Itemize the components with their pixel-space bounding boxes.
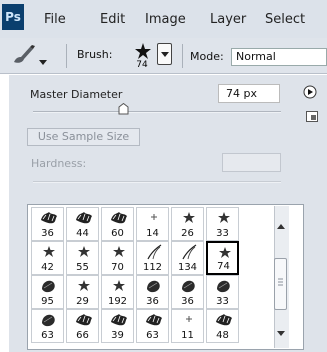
brush-preset-picker-screen: Ps File Edit Image Layer Select Brush: 7… xyxy=(0,0,327,352)
scroll-down-arrow-icon[interactable] xyxy=(277,326,285,336)
brush-preset-size: 95 xyxy=(41,296,54,307)
options-bar-divider xyxy=(182,44,183,68)
brush-preset-tile[interactable]: 63 xyxy=(136,309,169,343)
brush-preset-size: 70 xyxy=(111,262,124,273)
panel-menu-icon[interactable] xyxy=(303,85,317,99)
scroll-up-arrow-icon[interactable] xyxy=(277,219,285,229)
master-diameter-slider-thumb[interactable] xyxy=(118,102,129,115)
brush-preset-tile[interactable]: 42 xyxy=(31,241,64,275)
brush-preset-tile[interactable]: 95 xyxy=(31,275,64,309)
brush-preset-size: 112 xyxy=(142,262,163,273)
menu-layer[interactable]: Layer xyxy=(210,0,246,38)
brush-preset-size: 134 xyxy=(177,262,198,273)
scrollbar-thumb[interactable] xyxy=(274,258,287,310)
use-sample-size-button[interactable]: Use Sample Size xyxy=(27,128,140,146)
brush-preset-size: 33 xyxy=(216,296,229,307)
brush-preset-size: 33 xyxy=(216,228,229,239)
brush-preset-tile[interactable]: 66 xyxy=(66,309,99,343)
photoshop-logo: Ps xyxy=(2,4,24,30)
master-diameter-slider-track[interactable] xyxy=(33,111,281,113)
tool-preset-chevron-icon[interactable] xyxy=(39,55,47,65)
brush-preset-tile[interactable]: 14 xyxy=(136,207,169,241)
brush-preset-size: 39 xyxy=(111,330,124,341)
brush-preset-tile[interactable]: 29 xyxy=(66,275,99,309)
hardness-input[interactable] xyxy=(222,153,281,172)
brush-preset-tile[interactable]: 63 xyxy=(31,309,64,343)
master-diameter-input[interactable]: 74 px xyxy=(218,84,280,103)
mode-label: Mode: xyxy=(190,50,224,63)
brush-preset-size: 29 xyxy=(76,296,89,307)
brush-preset-size: 42 xyxy=(41,262,54,273)
brush-preset-size: 48 xyxy=(216,330,229,341)
brush-preset-tile[interactable]: 11 xyxy=(171,309,204,343)
brush-preset-size: 26 xyxy=(181,228,194,239)
brush-preset-tile[interactable]: 48 xyxy=(206,309,239,343)
master-diameter-label: Master Diameter xyxy=(30,88,123,101)
brush-preset-tile[interactable]: 44 xyxy=(66,207,99,241)
menu-edit[interactable]: Edit xyxy=(100,0,125,38)
brush-preset-size: 63 xyxy=(41,330,54,341)
hardness-label: Hardness: xyxy=(31,157,87,170)
brush-preset-list: 36 44 60 14 26 33 42 55 70 112 134 74 95 29 192 36 36 33 6… xyxy=(27,204,304,350)
brush-preset-tile[interactable]: 55 xyxy=(66,241,99,275)
brush-preset-tile[interactable]: 112 xyxy=(136,241,169,275)
brush-preset-tile[interactable]: 26 xyxy=(171,207,204,241)
brush-tool-icon[interactable] xyxy=(12,44,38,66)
brush-preset-size: 192 xyxy=(107,296,128,307)
brush-size-readout: 74 xyxy=(136,60,148,70)
menu-image[interactable]: Image xyxy=(145,0,186,38)
brush-preset-size: 63 xyxy=(146,330,159,341)
brush-preset-tile[interactable]: 192 xyxy=(101,275,134,309)
brush-preset-tile[interactable]: 36 xyxy=(136,275,169,309)
menu-select[interactable]: Select xyxy=(265,0,305,38)
new-preset-icon[interactable] xyxy=(306,111,318,122)
brush-preset-size: 11 xyxy=(181,330,194,341)
brush-preset-size: 14 xyxy=(146,228,159,239)
brush-preset-size: 44 xyxy=(76,228,89,239)
brush-preset-size: 36 xyxy=(41,228,54,239)
brush-preset-size: 66 xyxy=(76,330,89,341)
brush-preset-tile[interactable]: 36 xyxy=(31,207,64,241)
brush-preset-size: 36 xyxy=(146,296,159,307)
hardness-slider-track[interactable] xyxy=(33,181,281,183)
brush-preset-tile[interactable]: 33 xyxy=(206,275,239,309)
menu-bar: Ps File Edit Image Layer Select xyxy=(0,0,327,38)
brush-preset-tile[interactable]: 33 xyxy=(206,207,239,241)
brush-preset-size: 36 xyxy=(181,296,194,307)
brush-preset-tile[interactable]: 36 xyxy=(171,275,204,309)
brush-picker-dropdown-button[interactable] xyxy=(157,43,172,65)
brush-preset-tile[interactable]: 39 xyxy=(101,309,134,343)
blend-mode-select[interactable]: Normal xyxy=(231,48,327,66)
brush-preset-tile[interactable]: 60 xyxy=(101,207,134,241)
brush-preset-size: 60 xyxy=(111,228,124,239)
brush-preset-tile[interactable]: 134 xyxy=(171,241,204,275)
brush-preset-size: 74 xyxy=(217,261,230,272)
menu-file[interactable]: File xyxy=(44,0,66,38)
options-bar-divider xyxy=(66,44,67,68)
brush-preset-tile[interactable]: 70 xyxy=(101,241,134,275)
brush-preset-tile[interactable]: 74 xyxy=(206,241,239,275)
brush-label: Brush: xyxy=(77,48,113,61)
brush-preset-size: 55 xyxy=(76,262,89,273)
